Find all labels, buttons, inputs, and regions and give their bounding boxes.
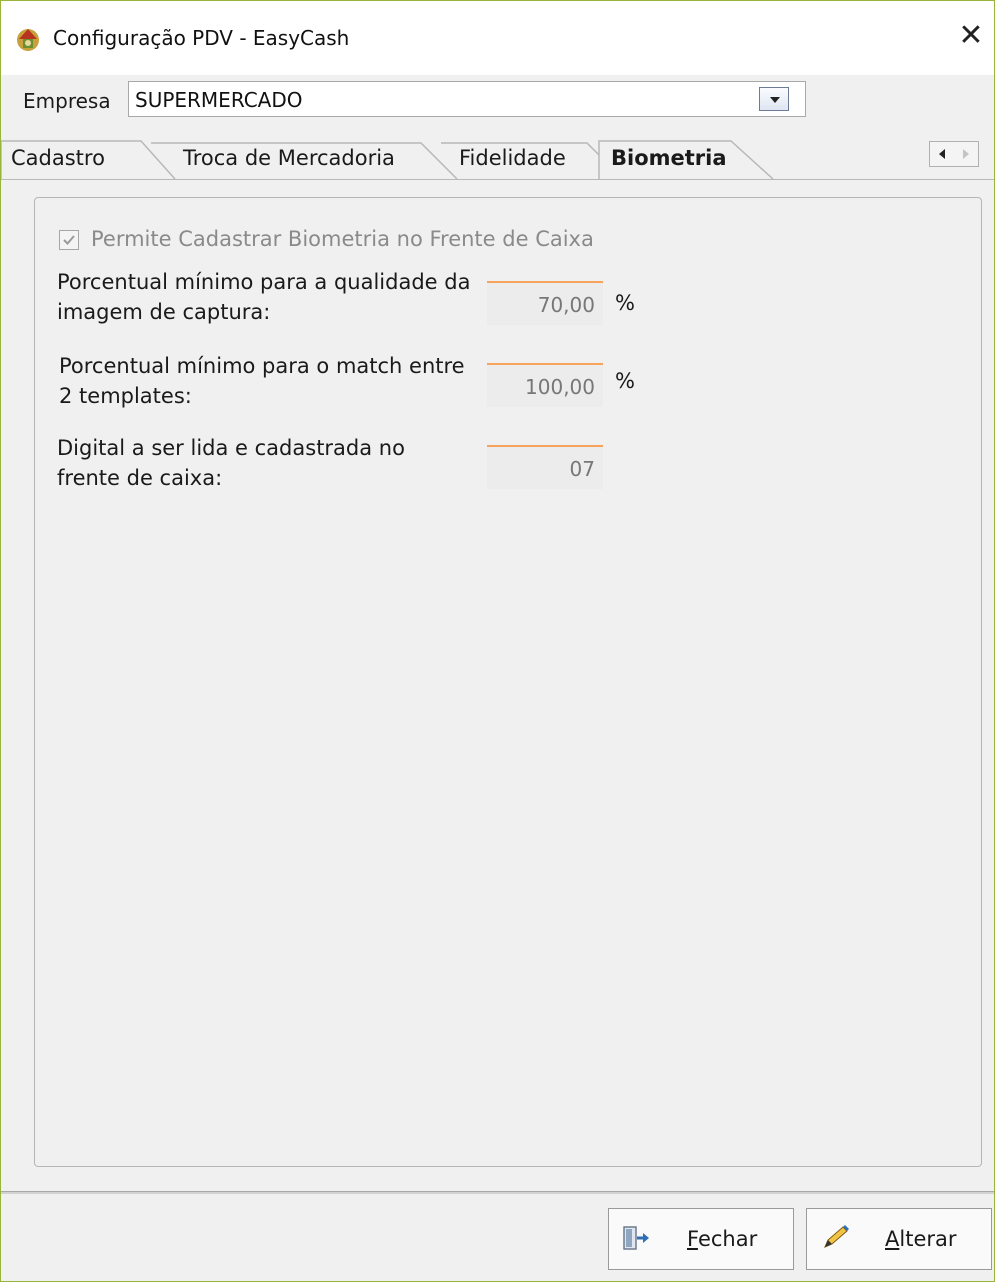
close-button[interactable]: ✕ — [948, 11, 994, 61]
title-bar: Configuração PDV - EasyCash ✕ — [1, 1, 994, 75]
tab-scroll-right-button[interactable] — [954, 142, 978, 166]
match-templates-input[interactable]: 100,00 — [487, 363, 603, 407]
config-window: Configuração PDV - EasyCash ✕ Empresa SU… — [0, 0, 995, 1282]
tab-strip-baseline — [1, 179, 994, 180]
empresa-select[interactable]: SUPERMERCADO — [128, 81, 806, 117]
permite-biometria-checkbox[interactable] — [59, 230, 79, 250]
alterar-button[interactable]: Alterar — [806, 1208, 992, 1270]
qualidade-imagem-label: Porcentual mínimo para a qualidade da im… — [57, 270, 471, 324]
chevron-down-icon — [770, 97, 780, 103]
tab-troca-de-mercadoria[interactable]: Troca de Mercadoria — [183, 129, 395, 179]
exit-door-icon — [623, 1226, 649, 1250]
permite-biometria-label: Permite Cadastrar Biometria no Frente de… — [91, 227, 594, 251]
close-icon: ✕ — [958, 18, 984, 53]
qualidade-imagem-unit: % — [615, 291, 635, 315]
checkmark-icon — [63, 235, 75, 245]
empresa-dropdown-button[interactable] — [759, 87, 789, 111]
empresa-label: Empresa — [23, 89, 111, 113]
tab-cadastro[interactable]: Cadastro — [11, 129, 105, 179]
match-templates-label: Porcentual mínimo para o match entre 2 t… — [59, 354, 465, 408]
biometria-panel — [34, 197, 982, 1167]
footer-divider — [1, 1191, 994, 1194]
arrow-right-icon — [963, 149, 969, 159]
digital-cadastrada-label: Digital a ser lida e cadastrada no frent… — [57, 436, 405, 490]
tab-scroll-buttons — [929, 141, 979, 167]
tab-biometria[interactable]: Biometria — [611, 129, 727, 179]
alterar-label: Alterar — [885, 1227, 957, 1251]
window-title: Configuração PDV - EasyCash — [53, 26, 350, 50]
digital-cadastrada-input[interactable]: 07 — [487, 445, 603, 489]
qualidade-imagem-input[interactable]: 70,00 — [487, 281, 603, 325]
pencil-icon — [824, 1225, 849, 1248]
tab-scroll-left-button[interactable] — [930, 142, 954, 166]
tab-fidelidade[interactable]: Fidelidade — [459, 129, 566, 179]
fechar-button[interactable]: Fechar — [608, 1208, 794, 1270]
app-logo-icon — [17, 29, 39, 51]
fechar-label: Fechar — [687, 1227, 758, 1251]
empresa-value: SUPERMERCADO — [135, 88, 303, 112]
match-templates-unit: % — [615, 369, 635, 393]
arrow-left-icon — [939, 149, 945, 159]
